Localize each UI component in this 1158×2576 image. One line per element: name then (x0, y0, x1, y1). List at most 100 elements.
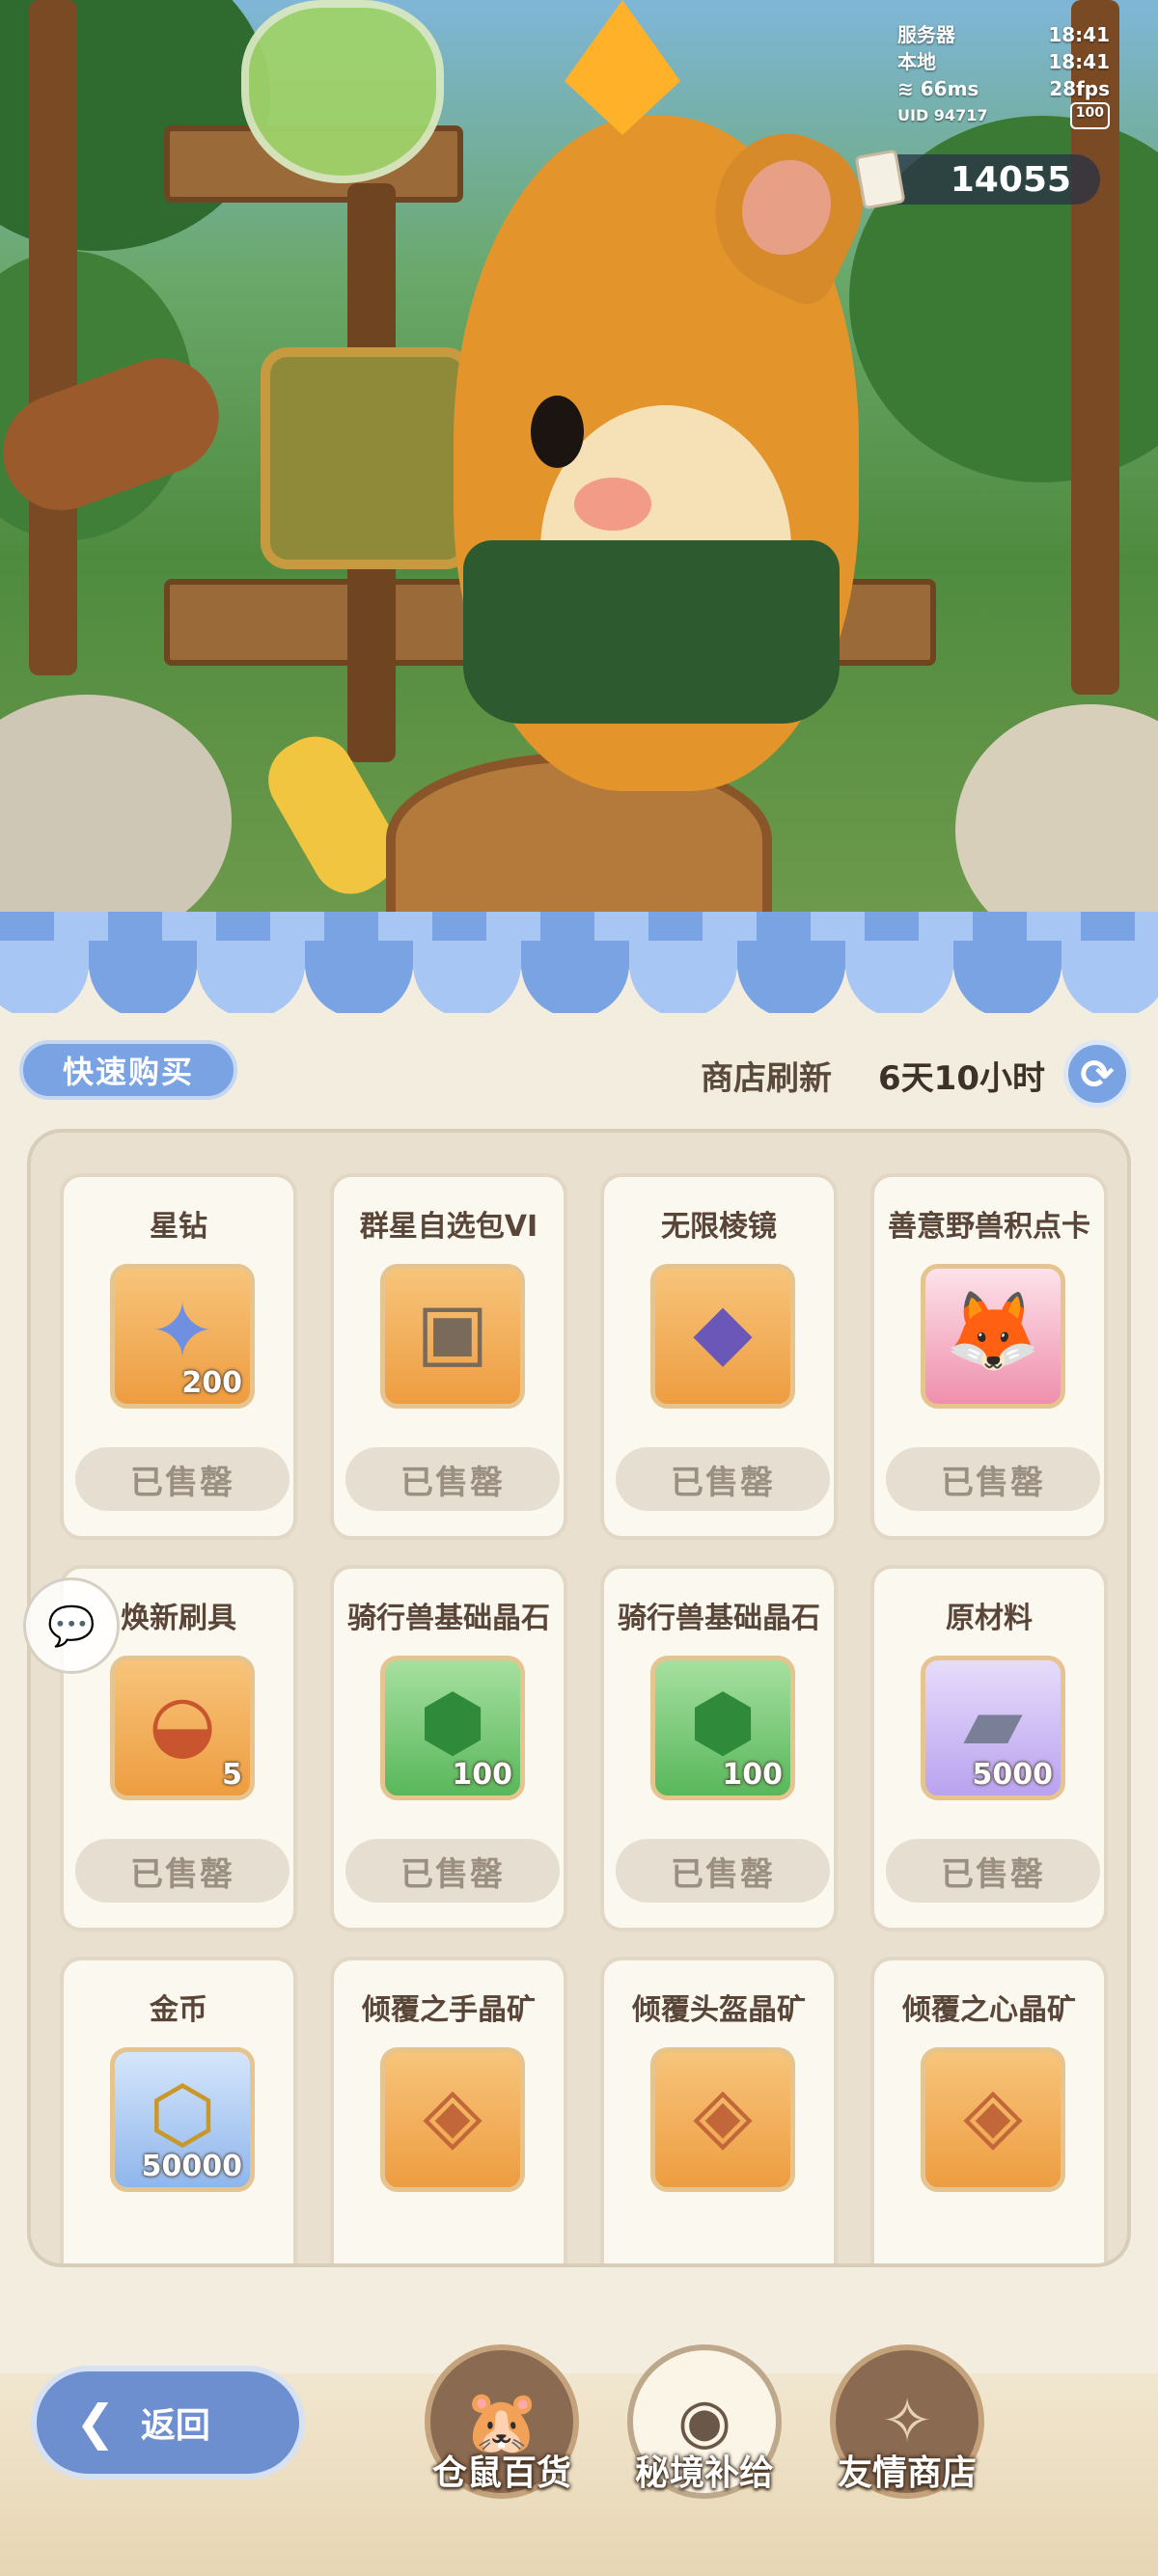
awning-scallop (305, 941, 413, 1018)
hamster-eye (531, 396, 584, 468)
awning-scallop (737, 941, 845, 1018)
awning-scallop (89, 941, 197, 1018)
shop-item-card[interactable]: 善意野兽积点卡 🦊 已售罄 (870, 1173, 1108, 1540)
currency-amount: 14055 (950, 159, 1071, 200)
shop-refresh-timer: 6天10小时 (878, 1059, 1045, 1098)
quality-badge: 100 (1069, 102, 1110, 129)
shop-item-card[interactable]: 群星自选包VI ▣ 已售罄 (330, 1173, 567, 1540)
item-quantity: 5000 (972, 1758, 1054, 1792)
awning-scallop (521, 941, 629, 1018)
item-icon-frame: 🦊 (921, 1264, 1065, 1409)
item-icon-frame: ◈ (650, 2047, 795, 2192)
item-icon-frame: ◈ (380, 2047, 525, 2192)
awning-scallop (629, 941, 737, 1018)
item-icon-frame: ◆ (650, 1264, 795, 1409)
status-hud: 服务器 18:41 本地 18:41 ≋ 66ms 28fps UID 94717 10… (897, 21, 1110, 129)
awning-scallop (197, 941, 305, 1018)
sold-out-button[interactable]: 已售罄 (75, 1447, 290, 1511)
tab-label: 仓鼠百货 (431, 2453, 571, 2493)
back-button[interactable]: ❮ 返回 (31, 2366, 305, 2480)
awning-scallop (953, 941, 1062, 1018)
shop-item-card[interactable]: 无限棱镜 ◆ 已售罄 (600, 1173, 838, 1540)
item-name: 骑行兽基础晶石 (618, 1602, 820, 1635)
wifi-icon: ≋ (897, 77, 921, 100)
sold-out-button[interactable]: 已售罄 (616, 1839, 830, 1903)
item-name: 骑行兽基础晶石 (347, 1602, 550, 1635)
card-pack-icon: ▣ (416, 1286, 489, 1376)
server-time: 18:41 (1048, 23, 1110, 46)
item-name: 善意野兽积点卡 (888, 1210, 1090, 1244)
hamster-cheek (574, 478, 651, 531)
local-time: 18:41 (1048, 50, 1110, 73)
sold-out-button[interactable]: 已售罄 (886, 1839, 1100, 1903)
beast-card-icon: 🦊 (945, 1286, 1041, 1376)
shop-refresh-label: 商店刷新 (701, 1059, 832, 1098)
sold-out-button[interactable]: 已售罄 (75, 1839, 290, 1903)
ore-icon: ◈ (693, 2069, 753, 2159)
shop-item-card[interactable]: 星钻 ✦ 200 已售罄 (60, 1173, 297, 1540)
item-name: 倾覆头盔晶矿 (632, 1993, 806, 2027)
ping-value: 66ms (920, 77, 979, 100)
sold-out-button[interactable]: 已售罄 (886, 1447, 1100, 1511)
sold-out-button[interactable]: 已售罄 (616, 1447, 830, 1511)
shop-item-card[interactable]: 倾覆之心晶矿 ◈ (870, 1957, 1108, 2263)
fps-readout: 28fps (1049, 77, 1110, 100)
shop-item-card[interactable]: 骑行兽基础晶石 ⬢ 100 已售罄 (330, 1565, 567, 1932)
flame-crystal (565, 0, 680, 135)
item-name: 倾覆之心晶矿 (902, 1993, 1076, 2027)
item-quantity: 100 (722, 1758, 783, 1792)
item-name: 金币 (150, 1993, 207, 2027)
shop-panel: 快速购买 商店刷新 6天10小时 ⟳ 星钻 ✦ 200 已售罄 群星自选包VI ▣ 已售罄无… (0, 1013, 1158, 2576)
sold-out-button[interactable]: 已售罄 (345, 1839, 560, 1903)
item-name: 无限棱镜 (661, 1210, 777, 1244)
npc-creature (0, 695, 232, 926)
shop-item-card[interactable]: 金币 ⬡ 50000 (60, 1957, 297, 2263)
npc-creature (955, 704, 1158, 926)
awning-scallop (845, 941, 953, 1018)
item-grid-frame: 星钻 ✦ 200 已售罄 群星自选包VI ▣ 已售罄 无限棱镜 ◆ 已售罄 善意野兽积点卡 🦊 已售罄焕… (27, 1129, 1131, 2267)
item-icon-frame: ◈ (921, 2047, 1065, 2192)
shop-item-card[interactable]: 倾覆头盔晶矿 ◈ (600, 1957, 838, 2263)
item-quantity: 100 (452, 1758, 512, 1792)
tab-hamster[interactable]: 🐹 仓鼠百货 (415, 2344, 589, 2518)
quick-buy-button[interactable]: 快速购买 (19, 1040, 237, 1100)
back-label: 返回 (140, 2406, 210, 2446)
treasure-chest (261, 347, 473, 569)
shop-awning (0, 912, 1158, 1018)
tab-crystal-ball[interactable]: ✧ 友情商店 (820, 2344, 994, 2518)
tab-label: 秘境补给 (634, 2453, 774, 2493)
item-name: 倾覆之手晶矿 (362, 1993, 536, 2027)
item-icon-frame: ⬢ 100 (380, 1656, 525, 1800)
local-label: 本地 (897, 50, 936, 73)
item-icon-frame: ⬢ 100 (650, 1656, 795, 1800)
item-icon-frame: ⬡ 50000 (110, 2047, 255, 2192)
back-arrow-icon: ❮ (75, 2395, 116, 2451)
server-label: 服务器 (897, 23, 955, 46)
uid-label: UID 94717 (897, 106, 988, 124)
prism-icon: ◆ (693, 1286, 753, 1376)
item-name: 星钻 (150, 1210, 207, 1244)
wood-post (29, 0, 77, 675)
item-name: 群星自选包VI (359, 1210, 538, 1244)
item-icon-frame: ◒ 5 (110, 1656, 255, 1800)
ore-icon: ◈ (423, 2069, 482, 2159)
shop-item-card[interactable]: 骑行兽基础晶石 ⬢ 100 已售罄 (600, 1565, 838, 1932)
item-grid: 星钻 ✦ 200 已售罄 群星自选包VI ▣ 已售罄 无限棱镜 ◆ 已售罄 善意野兽积点卡 🦊 已售罄焕… (60, 1173, 1112, 2263)
item-quantity: 200 (181, 1366, 242, 1400)
item-name: 原材料 (946, 1602, 1033, 1635)
item-quantity: 50000 (141, 2150, 242, 2183)
hamster-vest (463, 540, 840, 724)
shop-item-card[interactable]: 倾覆之手晶矿 ◈ (330, 1957, 567, 2263)
potion-bottle (241, 0, 444, 183)
item-icon-frame: ▣ (380, 1264, 525, 1409)
ore-icon: ◈ (963, 2069, 1023, 2159)
shop-item-card[interactable]: 原材料 ▰ 5000 已售罄 (870, 1565, 1108, 1932)
tab-eye-emblem[interactable]: ◉ 秘境补给 (618, 2344, 791, 2518)
item-icon-frame: ✦ 200 (110, 1264, 255, 1409)
awning-scallop (0, 941, 89, 1018)
sold-out-button[interactable]: 已售罄 (345, 1447, 560, 1511)
refresh-icon[interactable]: ⟳ (1063, 1040, 1131, 1108)
chat-icon[interactable]: 💬 (23, 1577, 120, 1674)
awning-scallop (1062, 941, 1158, 1018)
ping-readout: ≋ 66ms (897, 75, 979, 102)
